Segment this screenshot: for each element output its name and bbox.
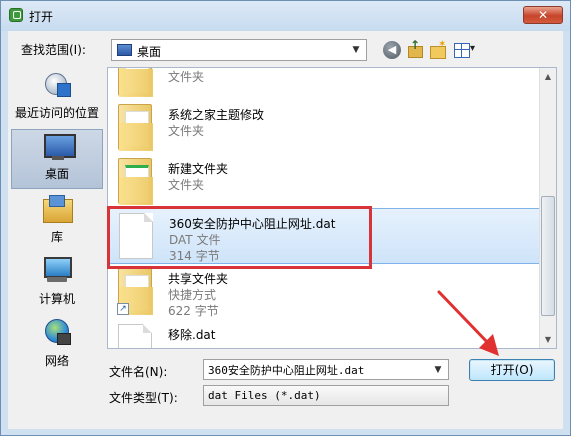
filename-input[interactable] — [208, 362, 430, 378]
filetype-dropdown[interactable]: dat Files (*.dat) — [203, 385, 449, 406]
list-item-selected[interactable]: 360安全防护中心阻止网址.dat DAT 文件 314 字节 — [108, 208, 541, 264]
place-label: 计算机 — [38, 292, 75, 306]
file-icon — [118, 324, 152, 348]
computer-icon — [43, 257, 72, 283]
folder-icon — [118, 104, 153, 151]
place-computer[interactable]: 计算机 — [11, 253, 103, 313]
up-folder-icon[interactable] — [406, 38, 424, 59]
places-bar: 最近访问的位置 桌面 库 计算机 网络 — [11, 67, 103, 387]
desktop-icon — [44, 134, 76, 160]
file-list[interactable]: 文件夹 系统之家主题修改 文件夹 新建文件夹 文件夹 360安全防护中心阻止网址… — [107, 67, 557, 349]
library-icon — [43, 195, 73, 223]
item-type: 快捷方式 — [168, 288, 217, 302]
item-size: 622 字节 — [168, 304, 219, 318]
list-item[interactable]: 系统之家主题修改 文件夹 — [108, 100, 541, 156]
place-network[interactable]: 网络 — [11, 315, 103, 375]
folder-icon — [118, 158, 153, 205]
app-icon — [9, 8, 23, 22]
new-folder-icon[interactable] — [429, 39, 447, 59]
list-item[interactable]: ↗ 共享文件夹 快捷方式 622 字节 — [108, 264, 541, 320]
shortcut-folder-icon: ↗ — [117, 268, 153, 315]
scroll-up-icon[interactable]: ▲ — [540, 68, 556, 85]
item-type: DAT 文件 — [169, 233, 221, 247]
window-title: 打开 — [29, 10, 54, 24]
file-icon — [119, 213, 153, 259]
open-button[interactable]: 打开(O) — [469, 359, 555, 381]
place-label: 库 — [50, 230, 63, 244]
item-size: 314 字节 — [169, 249, 220, 263]
place-label: 最近访问的位置 — [14, 106, 99, 120]
item-type: 文件夹 — [168, 70, 205, 84]
scroll-down-icon[interactable]: ▼ — [540, 331, 556, 348]
place-recent[interactable]: 最近访问的位置 — [11, 67, 103, 127]
place-label: 桌面 — [44, 167, 69, 181]
folder-icon — [118, 68, 153, 97]
item-name: 系统之家主题修改 — [168, 108, 265, 122]
item-name: 移除.dat — [168, 328, 216, 342]
item-name: 共享文件夹 — [168, 272, 229, 286]
chevron-down-icon[interactable]: ▼ — [349, 40, 363, 60]
item-type: 文件夹 — [168, 178, 205, 192]
look-in-label: 查找范围(I): — [21, 43, 86, 57]
item-name: 360安全防护中心阻止网址.dat — [169, 217, 336, 231]
item-name: 新建文件夹 — [168, 162, 229, 176]
list-item[interactable]: 新建文件夹 文件夹 — [108, 154, 541, 210]
look-in-dropdown[interactable]: 桌面 ▼ — [111, 39, 367, 61]
list-item[interactable]: 文件夹 — [108, 68, 541, 102]
title-bar: 打开 ✕ — [1, 1, 570, 31]
network-icon — [43, 319, 71, 345]
vertical-scrollbar[interactable]: ▲ ▼ — [539, 68, 556, 348]
shortcut-arrow-icon: ↗ — [117, 303, 129, 315]
filename-field[interactable]: ▼ — [203, 359, 449, 380]
close-button[interactable]: ✕ — [523, 6, 563, 24]
look-in-value: 桌面 — [137, 45, 162, 59]
view-menu-icon[interactable] — [453, 41, 479, 59]
item-type: 文件夹 — [168, 124, 205, 138]
chevron-down-icon[interactable]: ▼ — [431, 360, 445, 380]
filetype-value: dat Files (*.dat) — [208, 389, 321, 402]
recent-places-icon — [43, 71, 71, 97]
filename-label: 文件名(N): — [109, 365, 168, 379]
place-desktop[interactable]: 桌面 — [11, 129, 103, 189]
place-label: 网络 — [44, 354, 69, 368]
list-item[interactable]: 移除.dat — [108, 320, 541, 348]
desktop-icon — [117, 44, 132, 56]
filetype-label: 文件类型(T): — [109, 391, 178, 405]
back-icon[interactable]: ◀ — [383, 41, 401, 59]
open-file-dialog: 打开 ✕ 查找范围(I): 桌面 ▼ ◀ 最近访问的位置 桌面 库 计算机 网络 — [0, 0, 571, 436]
place-library[interactable]: 库 — [11, 191, 103, 251]
scroll-thumb[interactable] — [541, 196, 555, 316]
